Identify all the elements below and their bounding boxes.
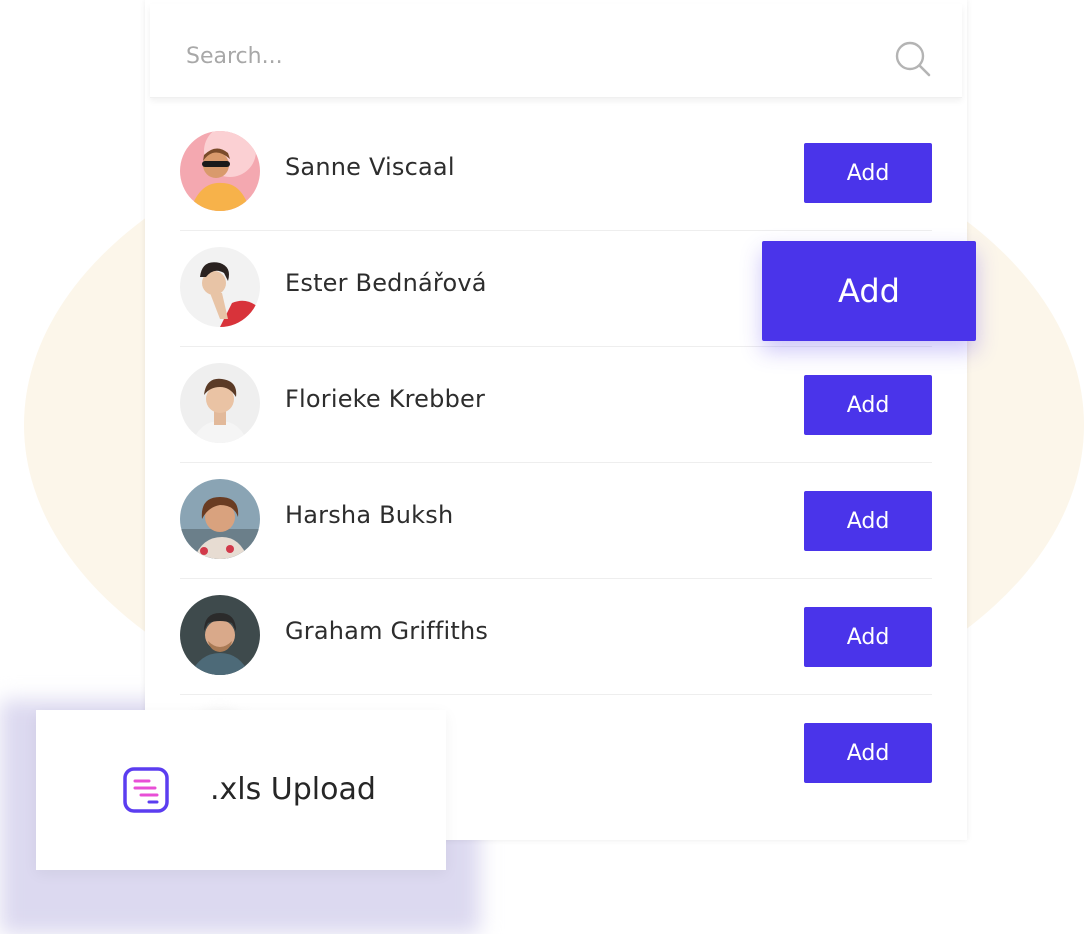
contact-row: Graham Griffiths Add <box>180 579 932 695</box>
search-input[interactable] <box>186 34 866 78</box>
contact-name: Harsha Buksh <box>285 501 454 529</box>
add-button[interactable]: Add <box>804 607 932 667</box>
avatar <box>180 595 260 675</box>
contact-name: Ester Bednářová <box>285 269 487 297</box>
avatar <box>180 363 260 443</box>
add-button[interactable]: Add <box>804 143 932 203</box>
contact-row: Ester Bednářová Add <box>180 231 976 347</box>
add-button[interactable]: Add <box>804 723 932 783</box>
contact-name: Sanne Viscaal <box>285 153 455 181</box>
contact-row: Sanne Viscaal Add <box>180 115 932 231</box>
add-button[interactable]: Add <box>804 375 932 435</box>
contact-name: Florieke Krebber <box>285 385 486 413</box>
upload-label: .xls Upload <box>210 772 376 807</box>
avatar <box>180 479 260 559</box>
search-icon[interactable] <box>894 40 932 78</box>
add-button[interactable]: Add <box>804 491 932 551</box>
spreadsheet-icon <box>122 766 170 814</box>
contact-row: Harsha Buksh Add <box>180 463 932 579</box>
contact-name: Graham Griffiths <box>285 617 489 645</box>
xls-upload-card[interactable]: .xls Upload <box>36 710 446 870</box>
add-button-highlighted[interactable]: Add <box>762 241 976 341</box>
stage: Sanne Viscaal Add Ester Bednářová Add <box>0 0 1084 934</box>
search-bar <box>150 4 962 98</box>
contact-row: Florieke Krebber Add <box>180 347 932 463</box>
avatar <box>180 131 260 211</box>
avatar <box>180 247 260 327</box>
